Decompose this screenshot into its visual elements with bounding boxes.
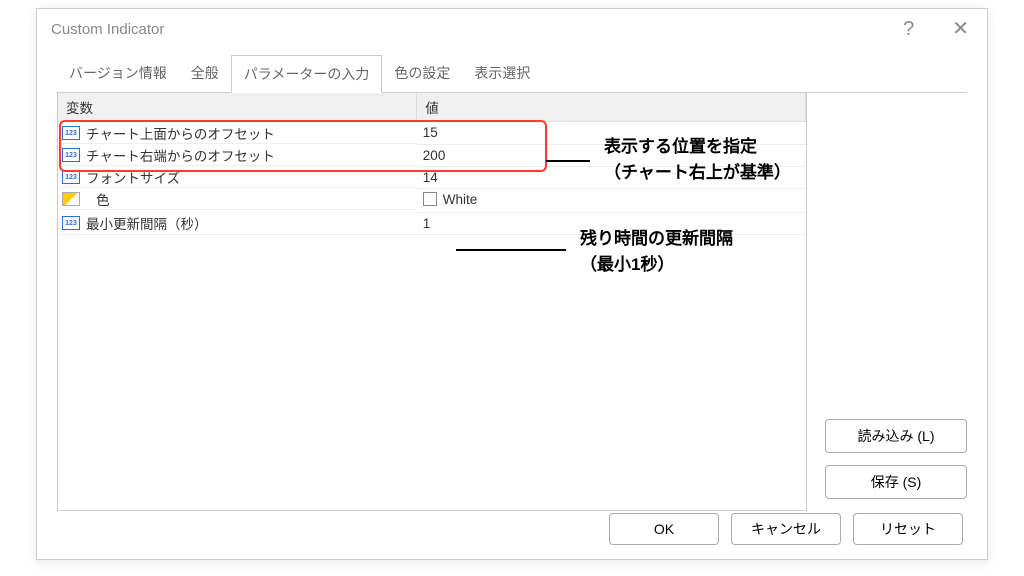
int-icon: 123 <box>62 126 80 140</box>
annotation-connector-2 <box>456 249 566 251</box>
tab-bar: バージョン情報 全般 パラメーターの入力 色の設定 表示選択 <box>57 55 967 93</box>
param-name: フォントサイズ <box>86 167 180 187</box>
annotation-2: 残り時間の更新間隔 （最小1秒） <box>580 226 733 277</box>
tab-version-info[interactable]: バージョン情報 <box>57 55 179 92</box>
param-value-color[interactable]: White <box>417 188 806 213</box>
color-swatch <box>423 192 437 206</box>
col-header-variable: 変数 <box>58 93 417 122</box>
annotation-1: 表示する位置を指定 （チャート右上が基準） <box>604 134 791 185</box>
color-icon <box>62 192 80 206</box>
table-row: 色 White <box>58 188 806 213</box>
load-button[interactable]: 読み込み (L) <box>825 419 967 453</box>
bottom-button-bar: OK キャンセル リセット <box>609 513 963 545</box>
param-name: 色 <box>86 189 110 209</box>
close-icon[interactable]: ✕ <box>944 13 977 45</box>
help-icon[interactable]: ? <box>903 18 914 41</box>
param-name: 最小更新間隔（秒） <box>86 213 208 233</box>
sidebar-buttons: 読み込み (L) 保存 (S) <box>825 93 967 511</box>
window-title: Custom Indicator <box>51 21 164 38</box>
annotation-connector-1 <box>546 160 590 162</box>
save-button[interactable]: 保存 (S) <box>825 465 967 499</box>
tab-colors[interactable]: 色の設定 <box>382 55 462 92</box>
int-icon: 123 <box>62 170 80 184</box>
ok-button[interactable]: OK <box>609 513 719 545</box>
col-header-value: 値 <box>417 93 806 122</box>
cancel-button[interactable]: キャンセル <box>731 513 841 545</box>
int-icon: 123 <box>62 148 80 162</box>
tab-parameters[interactable]: パラメーターの入力 <box>231 55 383 93</box>
int-icon: 123 <box>62 216 80 230</box>
titlebar: Custom Indicator ? ✕ <box>37 9 987 49</box>
reset-button[interactable]: リセット <box>853 513 963 545</box>
param-name: チャート上面からのオフセット <box>86 123 275 143</box>
tab-display-selection[interactable]: 表示選択 <box>462 55 542 92</box>
tab-general[interactable]: 全般 <box>179 55 231 92</box>
param-name: チャート右端からのオフセット <box>86 145 275 165</box>
content-area: 変数 値 123 チャート上面からのオフセット 15 123 チャート右端からの… <box>57 93 967 511</box>
dialog-window: Custom Indicator ? ✕ バージョン情報 全般 パラメーターの入… <box>36 8 988 560</box>
